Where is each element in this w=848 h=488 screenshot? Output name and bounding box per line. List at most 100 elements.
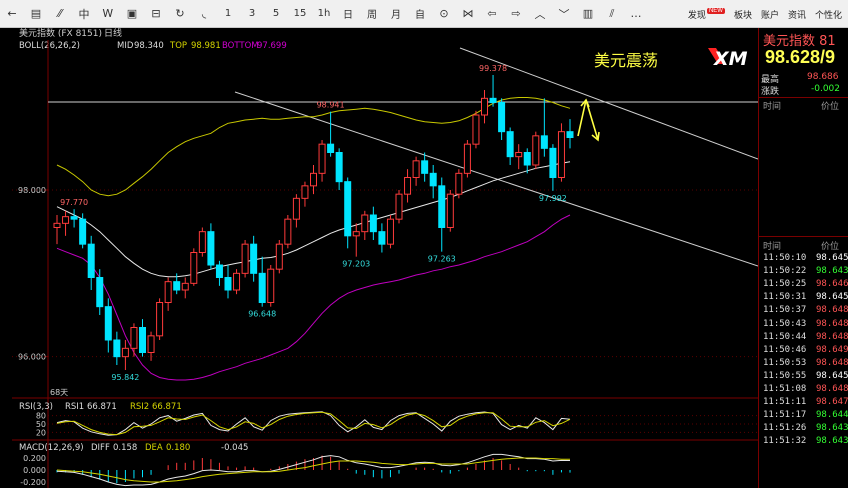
menu-item-label: 板块 bbox=[733, 9, 752, 20]
tick-time: 11:50:55 bbox=[763, 370, 807, 381]
menu-item[interactable]: 个性化 bbox=[815, 8, 842, 21]
candle-body bbox=[62, 216, 70, 224]
toolbar-bowtie-icon[interactable]: ⋈ bbox=[458, 4, 478, 24]
dea-value: 0.180 bbox=[166, 443, 190, 453]
boll-top-label: TOP bbox=[169, 41, 187, 51]
macd-axis: 0.200 0.000 -0.200 bbox=[20, 454, 46, 487]
toolbar-back-arrow-icon[interactable]: ← bbox=[2, 4, 22, 24]
chart[interactable]: 美元指数 (FX 8151) 日线 BOLL(26,26,2) MID 98.3… bbox=[0, 28, 758, 488]
tick-time: 11:51:32 bbox=[763, 436, 807, 447]
tick-price: 98.646 bbox=[816, 279, 848, 290]
menu-item-label: 账户 bbox=[760, 9, 779, 20]
period-button-label: 3 bbox=[248, 8, 256, 19]
candle-body bbox=[181, 282, 189, 291]
toolbar-line-chart-icon[interactable]: ⁄⁄ bbox=[50, 4, 70, 24]
new-badge: NEW bbox=[706, 7, 725, 14]
candle-body bbox=[310, 172, 317, 187]
period-button[interactable]: 3 bbox=[242, 4, 262, 24]
candle-body bbox=[455, 172, 463, 195]
toolbar-candlestick-icon[interactable]: 中 bbox=[74, 4, 94, 24]
period-button[interactable]: 15 bbox=[290, 4, 310, 24]
candle-body bbox=[113, 339, 121, 358]
toolbar-double-down-icon[interactable]: ﹀ bbox=[554, 4, 574, 24]
quote-panel: 美元指数 81 98.628/9 最高 98.686 涨跌 -0.002 时间 … bbox=[758, 28, 848, 488]
toolbar-grid-icon[interactable]: ▤ bbox=[26, 4, 46, 24]
rsi-legend: RSI(3,3) RSI1 66.871 RSI2 66.871 bbox=[19, 402, 182, 412]
menu-item[interactable]: 板块 bbox=[734, 8, 752, 21]
menu-item-label: 个性化 bbox=[814, 9, 842, 20]
period-button[interactable]: 自 bbox=[410, 4, 430, 24]
candle-body bbox=[412, 160, 420, 178]
boll-top-value: 98.981 bbox=[191, 41, 221, 51]
candle-body bbox=[267, 268, 275, 304]
candle-body bbox=[275, 243, 283, 270]
candle-body bbox=[523, 152, 531, 166]
menu-item[interactable]: 发现 NEW bbox=[688, 7, 725, 21]
toolbar-target-icon[interactable]: ⊙ bbox=[434, 4, 454, 24]
quote-price: 98.628/9 bbox=[765, 47, 836, 67]
candle-body bbox=[378, 231, 386, 245]
kline-icon: Ꮃ bbox=[102, 6, 114, 20]
price-label: 97.770 bbox=[60, 198, 88, 207]
toolbar-table-icon[interactable]: ▣ bbox=[122, 4, 142, 24]
price-label: 96.648 bbox=[248, 310, 276, 319]
candle-body bbox=[395, 193, 403, 220]
macd-tick-label: 0.200 bbox=[23, 454, 46, 463]
candle-body bbox=[139, 327, 146, 353]
candle-body bbox=[96, 277, 104, 308]
candle-body bbox=[352, 231, 360, 237]
candle-body bbox=[284, 218, 292, 245]
toolbar-draw-icon[interactable]: ⫽ bbox=[602, 4, 622, 24]
candle-body bbox=[121, 347, 129, 358]
toolbar-double-up-icon[interactable]: ︿ bbox=[530, 4, 550, 24]
rsi-tick-label: 20 bbox=[36, 428, 46, 437]
candle-body bbox=[173, 281, 181, 291]
candle-body bbox=[429, 172, 437, 187]
candle-body bbox=[489, 97, 497, 104]
period-button-label: 日 bbox=[343, 10, 353, 21]
period-button[interactable]: 1 bbox=[218, 4, 238, 24]
toolbar-more-icon[interactable]: … bbox=[626, 4, 646, 24]
candle bbox=[284, 215, 292, 249]
brand-logo-text: XM bbox=[713, 48, 748, 70]
candle-body bbox=[481, 97, 488, 116]
chart-header: 美元指数 (FX 8151) 日线 bbox=[19, 28, 122, 39]
candle bbox=[190, 248, 198, 286]
toolbar-kline-icon[interactable]: Ꮃ bbox=[98, 4, 118, 24]
candle-body bbox=[404, 177, 412, 195]
candle-body bbox=[386, 218, 394, 245]
period-button[interactable]: 5 bbox=[266, 4, 286, 24]
period-label[interactable]: 日线 bbox=[104, 28, 122, 39]
candle bbox=[267, 265, 275, 307]
period-button[interactable]: 月 bbox=[386, 4, 406, 24]
tick-price: 98.643 bbox=[816, 266, 848, 277]
toolbar-arrow-right-icon[interactable]: ⇨ bbox=[506, 4, 526, 24]
toolbar-save-icon[interactable]: ⊟ bbox=[146, 4, 166, 24]
menu-item[interactable]: 账户 bbox=[761, 8, 779, 21]
candle-body bbox=[318, 143, 326, 174]
candle-body bbox=[369, 214, 377, 233]
toolbar-menu: 发现 NEW 板块 账户 资讯 个性化 bbox=[679, 0, 842, 28]
candle bbox=[472, 110, 480, 149]
menu-item[interactable]: 资讯 bbox=[788, 8, 806, 21]
candle-body bbox=[156, 302, 164, 337]
diff-value: 0.158 bbox=[113, 443, 137, 453]
tick-time: 11:51:17 bbox=[763, 410, 807, 421]
candle-body bbox=[164, 281, 172, 304]
tick-row: 11:51:32 98.643 bbox=[759, 436, 848, 449]
period-button[interactable]: 1h bbox=[314, 4, 334, 24]
candle-body bbox=[472, 114, 480, 145]
period-button[interactable]: 日 bbox=[338, 4, 358, 24]
toolbar-crescent-icon[interactable]: ◟ bbox=[194, 4, 214, 24]
ticks-price-header: 价位 bbox=[821, 242, 840, 252]
toolbar-panel-icon[interactable]: ▥ bbox=[578, 4, 598, 24]
tick-time: 11:50:46 bbox=[763, 344, 807, 355]
toolbar-arrow-left-icon[interactable]: ⇦ bbox=[482, 4, 502, 24]
period-button[interactable]: 周 bbox=[362, 4, 382, 24]
brand-logo: XM bbox=[708, 48, 748, 70]
toolbar-refresh-icon[interactable]: ↻ bbox=[170, 4, 190, 24]
save-icon: ⊟ bbox=[151, 7, 161, 20]
candle-body bbox=[241, 243, 249, 274]
tick-row: 11:51:17 98.644 bbox=[759, 410, 848, 423]
period-button-label: 15 bbox=[293, 8, 307, 19]
